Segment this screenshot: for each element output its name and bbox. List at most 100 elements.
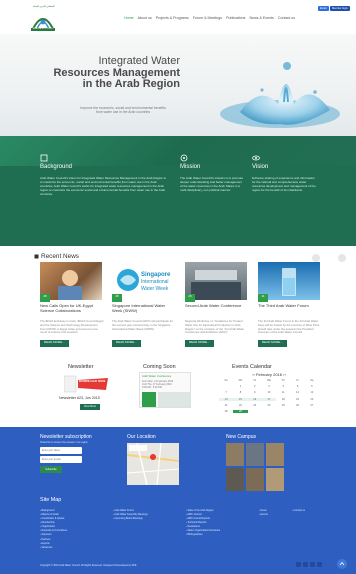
sitemap-link[interactable]: ▪ Upcoming Board Meetings [113,517,148,521]
vision-title: Vision [252,164,269,170]
calendar-day[interactable]: 27 [305,404,319,407]
band-pattern [0,136,356,166]
copyright: Copyright © 2016 Arab Water Council. All… [40,564,136,567]
nav-about[interactable]: About us [138,16,152,20]
calendar-day[interactable]: 23 [248,404,262,407]
calendar-day[interactable]: 18 [276,398,290,401]
calendar-day[interactable]: 7 [219,391,233,394]
news-title-4[interactable]: The Third Arab Water Forum [258,303,322,309]
news-title-2[interactable]: Singapore International Water Week (SIWW… [112,303,176,314]
nav-projects[interactable]: Projects & Programs [156,16,189,20]
subscribe-name-input[interactable] [40,447,82,454]
calendar-grid: Su Mo Tu We Th Fr Sa 1 2 3 4 5 6 7 8 9 10 11 12 13 14 15 16 17 1… [219,379,319,414]
calendar-day[interactable]: 12 [290,391,304,394]
hero-title-line-1: Integrated Water [98,55,180,67]
youtube-icon[interactable] [310,562,315,567]
news-date-4: 11 [258,294,268,302]
calendar-day[interactable]: 29 [233,410,248,414]
coming-event-card[interactable]: Arab Water Conference From Mon, 14 Febru… [139,372,191,408]
calendar-day[interactable]: 9 [248,391,262,394]
calendar-day[interactable]: 16 [247,397,262,401]
news-next-button[interactable] [338,254,346,262]
mission-title: Mission [180,164,201,170]
sitemap-link[interactable]: ▪ Bibliographies [186,533,220,537]
calendar-day[interactable]: 26 [290,404,304,407]
campus-photo-3[interactable] [265,443,284,467]
nav-publications[interactable]: Publications [226,16,245,20]
calendar-day[interactable]: 21 [219,404,233,407]
view-more-button[interactable]: View More [80,404,100,410]
background-title: Background [40,164,73,170]
calendar-day[interactable]: 8 [233,391,247,394]
coming-event-title[interactable]: Arab Water Conference [142,374,171,378]
subscribe-email-input[interactable] [40,456,82,463]
calendar-weekday: Su [224,379,228,382]
site-map-title: Site Map [40,497,62,503]
member-login-button[interactable]: Member login [330,6,350,11]
news-prev-button[interactable] [312,254,320,262]
email-button[interactable]: Email [318,6,329,11]
nav-news-events[interactable]: News & Events [249,16,273,20]
calendar-day[interactable]: 3 [262,385,276,388]
calendar-day[interactable]: 13 [305,391,319,394]
subscribe-button[interactable]: Subscribe [40,466,62,473]
calendar-day[interactable]: 5 [290,385,304,388]
calendar-day[interactable]: 28 [219,410,233,413]
twitter-icon[interactable] [303,562,308,567]
campus-photo-4[interactable] [226,467,245,491]
calendar-day[interactable]: 22 [233,404,247,407]
rss-icon[interactable] [317,562,322,567]
calendar-day[interactable]: 14 [219,397,234,401]
news-body-2: The Arab Water Council (AWC) will partic… [112,319,174,331]
nav-home[interactable]: Home [124,16,134,20]
main-nav: Home About us Projects & Programs Forum … [124,16,295,20]
nav-forum[interactable]: Forum & Meetings [193,16,222,20]
news-title-3[interactable]: Second Arab Water Conference [185,303,249,309]
campus-photo-2[interactable] [245,443,265,467]
newsletter-download-image[interactable] [64,374,108,394]
news-title-1[interactable]: New Calls Open for UK-Egypt Science Coll… [40,303,104,314]
read-more-button-2[interactable]: READ MORE... [112,340,141,347]
calendar-day[interactable]: 25 [276,404,290,407]
news-body-3: Regional Workshop on "Guidelines for Tre… [185,319,245,335]
sitemap-link[interactable]: ▪ Vacancies [40,546,67,550]
nav-contact[interactable]: Contact us [278,16,295,20]
calendar-day[interactable]: 1 [233,385,247,388]
calendar-day[interactable]: 20 [305,398,319,401]
sitemap-column-5: ▪ Contact us [292,509,305,513]
calendar-day [290,410,304,413]
back-to-top-button[interactable] [337,559,347,569]
recent-news-heading: Recent News [41,253,80,260]
read-more-button-4[interactable]: READ MORE... [258,340,287,347]
read-more-button-1[interactable]: READ MORE... [40,340,69,347]
sitemap-link[interactable]: ▪ Contact us [292,509,305,513]
sitemap-link[interactable]: ▪ Events [259,513,268,517]
calendar-weekday: We [267,379,271,382]
svg-text:Singapore: Singapore [141,272,171,278]
news-date-3: 26 [185,294,195,302]
hero-title-line-3: in the Arab Region [82,78,180,91]
logo-arabic-text: المجلس العربي للمياه [33,5,55,8]
calendar-day[interactable]: 24 [262,404,276,407]
campus-photo-5[interactable] [245,467,265,491]
calendar-day[interactable]: 15 [233,397,248,401]
location-map[interactable] [127,443,179,485]
calendar-next-icon[interactable]: ›› [282,372,286,377]
sitemap-column-4: ▪ News ▪ Events [259,509,268,517]
calendar-day[interactable]: 10 [262,391,276,394]
vision-eye-icon [252,155,260,161]
campus-photo-6[interactable] [265,467,284,491]
calendar-day[interactable]: 6 [305,385,319,388]
calendar-day[interactable]: 17 [261,397,277,401]
calendar-day[interactable]: 2 [248,385,262,388]
calendar-day[interactable]: 19 [290,398,304,401]
facebook-icon[interactable] [296,562,301,567]
calendar-day[interactable]: 11 [276,391,290,394]
credit-text[interactable]: Designed & Developed by SPE [103,564,136,567]
read-more-button-3[interactable]: READ MORE... [185,340,214,347]
campus-photo-1[interactable] [226,443,245,467]
hero-title: Integrated Water Resources Management in… [40,55,180,91]
hero-subtitle-line-2: from water use in the Arab countries [95,110,151,115]
calendar-day[interactable]: 4 [276,385,290,388]
map-pin-icon [150,454,157,466]
